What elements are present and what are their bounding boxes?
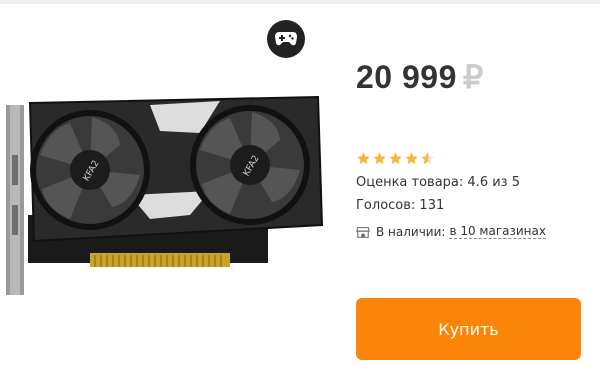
top-divider: [0, 0, 600, 4]
star-half-icon: [421, 152, 434, 165]
gamepad-icon: [267, 20, 305, 58]
star-icon: [389, 152, 402, 165]
availability-label: В наличии:: [376, 224, 446, 239]
price-value: 20 999: [356, 59, 457, 95]
star-icon: [405, 152, 418, 165]
star-icon: [373, 152, 386, 165]
votes-count: Голосов: 131: [356, 198, 445, 213]
rating-stars: [356, 151, 435, 166]
availability-info: В наличии: в 10 магазинах: [356, 224, 546, 239]
star-icon: [357, 152, 370, 165]
store-icon: [356, 226, 370, 238]
rating-text: Оценка товара: 4.6 из 5: [356, 175, 520, 190]
price-currency: ₽: [462, 59, 484, 95]
graphics-card-image[interactable]: KFA2 KFA2: [0, 95, 330, 295]
stores-link[interactable]: в 10 магазинах: [449, 224, 546, 239]
product-price: 20 999 ₽: [356, 58, 484, 96]
buy-button[interactable]: Купить: [356, 298, 581, 360]
